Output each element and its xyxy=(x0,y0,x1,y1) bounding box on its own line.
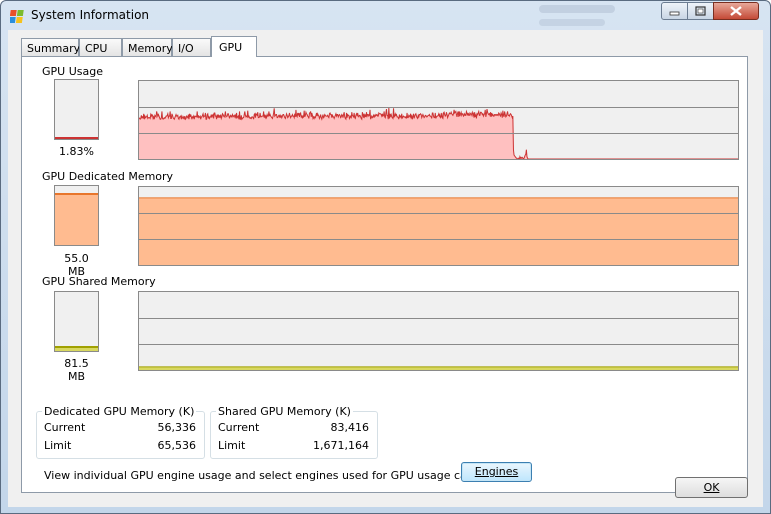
gpu-usage-label: GPU Usage xyxy=(42,65,103,78)
current-value: 56,336 xyxy=(157,421,197,434)
shared-memory-meter xyxy=(54,291,99,352)
tab-gpu[interactable]: GPU xyxy=(211,36,257,57)
dedicated-memory-label: GPU Dedicated Memory xyxy=(42,170,174,183)
window-title: System Information xyxy=(31,8,150,22)
limit-value: 1,671,164 xyxy=(313,439,369,452)
shared-memory-history-chart xyxy=(139,318,738,370)
tab-cpu[interactable]: CPU xyxy=(79,38,122,56)
maximize-icon xyxy=(695,6,706,16)
current-label: Current xyxy=(218,421,260,434)
dedicated-memory-history-chart xyxy=(139,197,738,265)
tab-label: CPU xyxy=(85,42,108,55)
tab-label: I/O xyxy=(178,42,194,55)
dedicated-memory-graph xyxy=(138,186,739,266)
ok-button[interactable]: OK xyxy=(675,477,748,498)
blurred-text xyxy=(539,5,615,13)
meter-fill xyxy=(55,137,98,139)
series-area xyxy=(139,197,738,265)
meter-fill xyxy=(55,193,98,245)
system-information-window: System Information Summary CPU Memory I/… xyxy=(0,0,771,514)
minimize-button[interactable] xyxy=(661,2,688,20)
close-icon xyxy=(730,6,742,16)
gpu-usage-value: 1.83% xyxy=(59,145,94,158)
tab-label: Memory xyxy=(128,42,173,55)
engines-button[interactable]: Engines xyxy=(461,462,532,482)
engines-button-label: Engines xyxy=(474,465,519,478)
tab-memory[interactable]: Memory xyxy=(122,38,173,56)
current-label: Current xyxy=(44,421,86,434)
title-bar[interactable]: System Information xyxy=(1,1,770,29)
gpu-usage-graph xyxy=(138,80,739,160)
limit-label: Limit xyxy=(44,439,72,452)
dedicated-gpu-memory-group: Dedicated GPU Memory (K) Current 56,336 … xyxy=(36,405,205,459)
tab-label: Summary xyxy=(27,42,81,55)
maximize-button[interactable] xyxy=(687,2,714,20)
limit-label: Limit xyxy=(218,439,246,452)
blurred-text xyxy=(539,19,605,26)
tab-io[interactable]: I/O xyxy=(172,38,211,56)
minimize-icon xyxy=(669,11,680,16)
close-button[interactable] xyxy=(713,2,759,20)
group-title: Dedicated GPU Memory (K) xyxy=(42,405,197,418)
tab-label: GPU xyxy=(219,41,243,54)
shared-gpu-memory-group: Shared GPU Memory (K) Current 83,416 Lim… xyxy=(210,405,378,459)
tab-summary[interactable]: Summary xyxy=(21,38,81,56)
limit-value: 65,536 xyxy=(157,439,197,452)
shared-memory-value: 81.5 MB xyxy=(64,357,89,383)
app-icon xyxy=(10,10,24,23)
gpu-usage-meter xyxy=(54,79,99,140)
engines-description: View individual GPU engine usage and sel… xyxy=(44,469,524,482)
shared-memory-graph xyxy=(138,291,739,371)
client-area: Summary CPU Memory I/O GPU GPU Usage 1.8… xyxy=(8,30,763,507)
gpu-usage-history-chart xyxy=(139,107,738,159)
ok-button-label: OK xyxy=(703,481,720,494)
shared-memory-label: GPU Shared Memory xyxy=(42,275,156,288)
current-value: 83,416 xyxy=(330,421,370,434)
gpu-tab-panel: GPU Usage 1.83% GPU Dedicated Memory 55.… xyxy=(21,56,748,493)
meter-fill xyxy=(55,346,98,351)
group-title: Shared GPU Memory (K) xyxy=(216,405,353,418)
dedicated-memory-meter xyxy=(54,185,99,246)
